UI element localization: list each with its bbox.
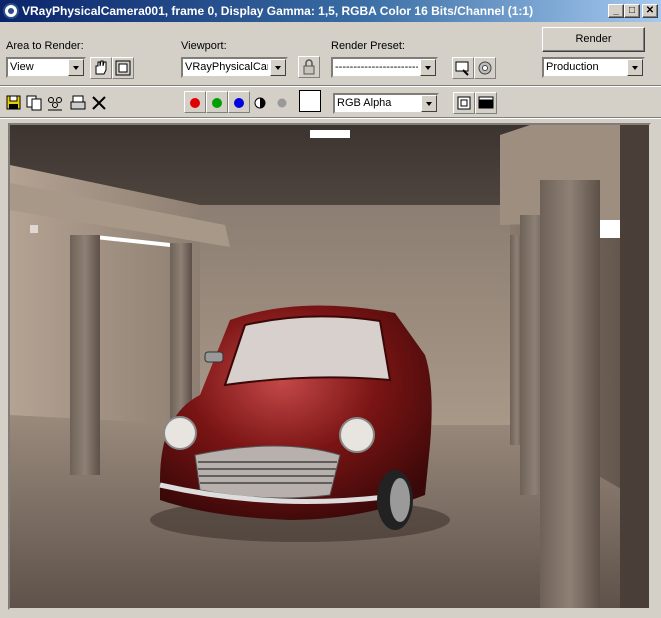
render-preset-select[interactable]: ------------------------ <box>331 57 438 78</box>
clear-icon[interactable] <box>90 94 108 112</box>
area-to-render-label: Area to Render: <box>6 40 84 52</box>
environment-button[interactable] <box>474 57 496 79</box>
clone-window-icon[interactable] <box>46 94 64 112</box>
minimize-button[interactable]: _ <box>608 4 624 18</box>
rendered-image <box>10 125 649 608</box>
display-icon <box>478 96 494 109</box>
teapot-icon <box>478 61 492 75</box>
chevron-down-icon[interactable] <box>627 59 643 76</box>
chevron-down-icon[interactable] <box>68 59 84 76</box>
blue-channel-icon <box>234 98 244 108</box>
production-select[interactable]: Production <box>542 57 645 78</box>
close-button[interactable]: ✕ <box>642 4 658 18</box>
area-to-render-value: View <box>10 61 34 73</box>
render-preset-value: ------------------------ <box>335 61 418 73</box>
viewport-label: Viewport: <box>181 40 227 52</box>
render-setup-button[interactable] <box>452 57 474 79</box>
overlay-icon <box>457 96 471 110</box>
region-hand-button[interactable] <box>90 57 112 79</box>
render-frame[interactable] <box>8 123 651 610</box>
title-bar: VRayPhysicalCamera001, frame 0, Display … <box>0 0 661 22</box>
copy-icon[interactable] <box>25 94 43 112</box>
lock-icon <box>303 59 315 75</box>
green-channel-icon <box>212 98 222 108</box>
blue-channel-button[interactable] <box>228 91 250 113</box>
auto-region-button[interactable] <box>112 57 134 79</box>
render-setup-icon <box>455 61 469 76</box>
monochrome-icon[interactable] <box>274 95 292 113</box>
hand-icon <box>95 60 107 75</box>
channel-display-select[interactable]: RGB Alpha <box>333 93 439 114</box>
toggle-ui-overlay-button[interactable] <box>453 92 475 114</box>
chevron-down-icon[interactable] <box>421 95 437 112</box>
swatch-color[interactable] <box>299 90 321 112</box>
maximize-button[interactable]: □ <box>624 4 640 18</box>
chevron-down-icon[interactable] <box>420 59 436 76</box>
red-channel-icon <box>190 98 200 108</box>
print-icon[interactable] <box>69 94 87 112</box>
chevron-down-icon[interactable] <box>270 59 286 76</box>
toolbar-separator <box>0 117 661 119</box>
region-icon <box>115 60 131 76</box>
area-to-render-select[interactable]: View <box>6 57 86 78</box>
channel-display-value: RGB Alpha <box>337 97 392 109</box>
window-title: VRayPhysicalCamera001, frame 0, Display … <box>22 4 534 18</box>
app-icon <box>3 3 19 19</box>
green-channel-button[interactable] <box>206 91 228 113</box>
toolbar-separator <box>0 85 661 87</box>
production-value: Production <box>546 61 599 73</box>
alpha-channel-icon[interactable] <box>252 95 270 113</box>
render-button[interactable]: Render <box>542 27 645 52</box>
viewport-value: VRayPhysicalCamera001 <box>185 61 268 73</box>
save-icon[interactable] <box>5 94 23 112</box>
viewport-select[interactable]: VRayPhysicalCamera001 <box>181 57 288 78</box>
lock-viewport-button[interactable] <box>298 56 320 78</box>
render-preset-label: Render Preset: <box>331 40 405 52</box>
red-channel-button[interactable] <box>184 91 206 113</box>
display-toggle-button[interactable] <box>475 92 497 114</box>
